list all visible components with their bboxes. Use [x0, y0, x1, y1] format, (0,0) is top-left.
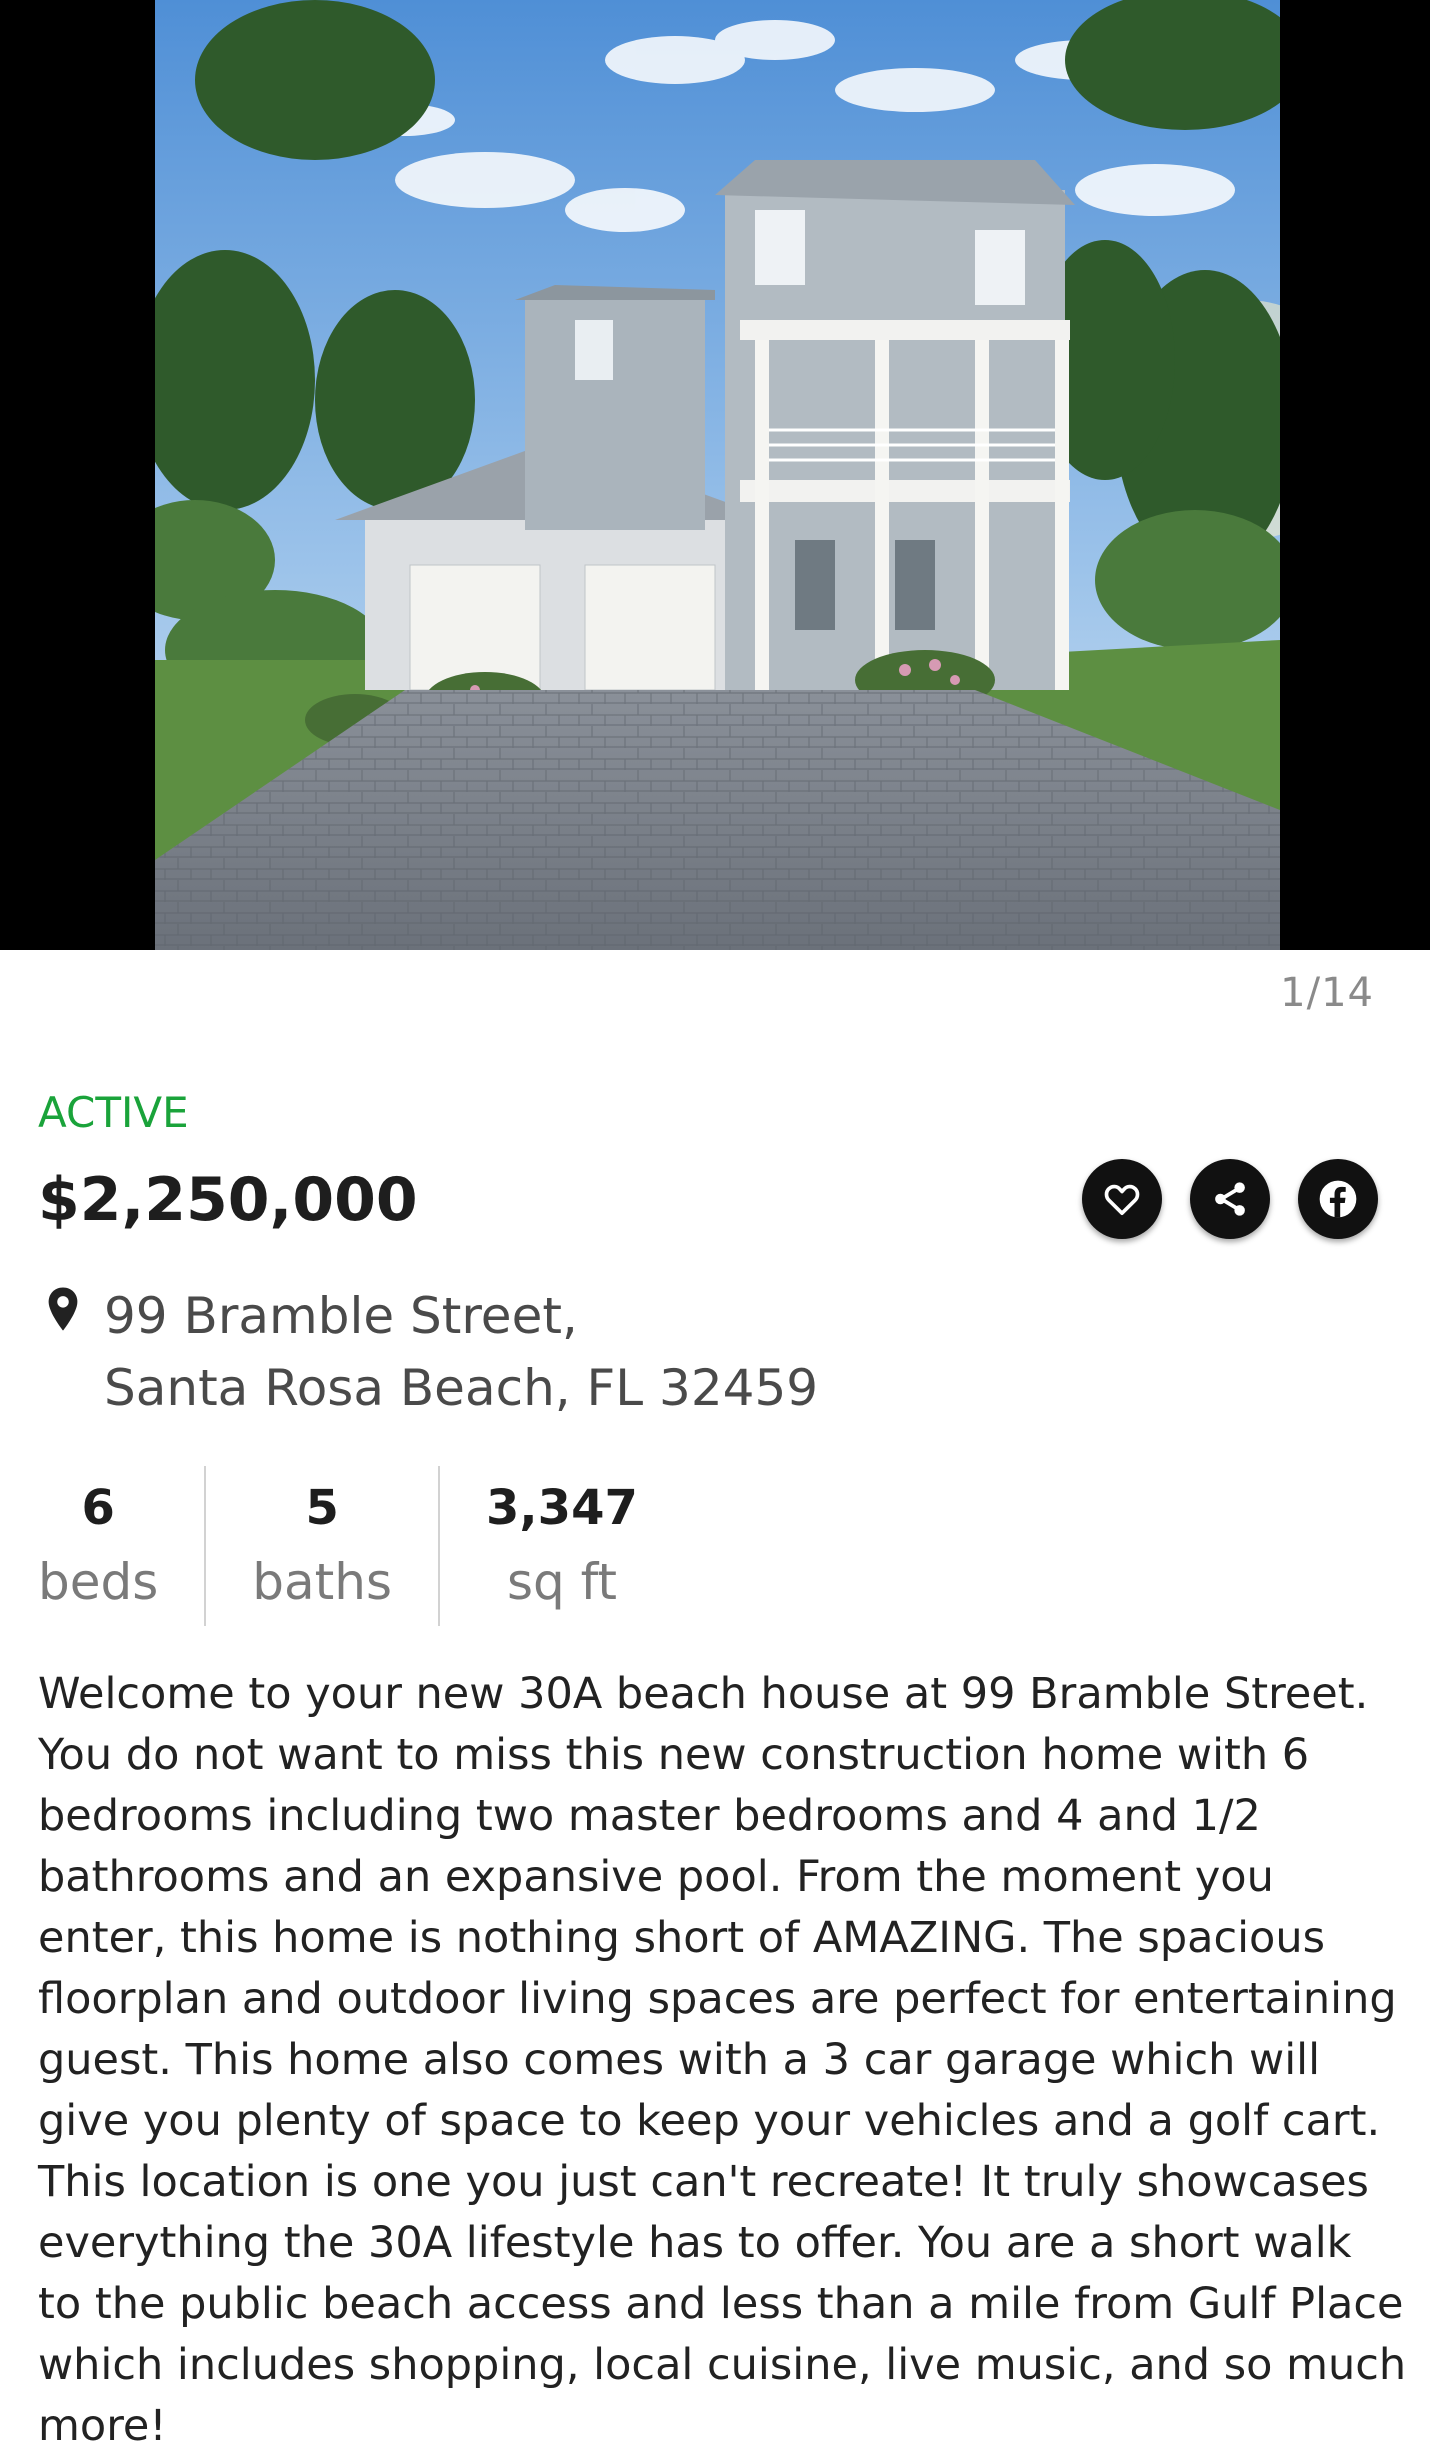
favorite-button[interactable] [1082, 1159, 1162, 1239]
photo-gallery[interactable] [0, 0, 1430, 950]
share-icon [1215, 1182, 1245, 1216]
baths-label: baths [252, 1553, 393, 1611]
share-button[interactable] [1190, 1159, 1270, 1239]
baths-value: 5 [305, 1480, 339, 1536]
stat-sqft: 3,347 sq ft [438, 1466, 684, 1626]
beds-label: beds [38, 1553, 159, 1611]
address-line-1: 99 Bramble Street, [104, 1287, 578, 1345]
map-pin-icon [48, 1287, 78, 1331]
listing-address: 99 Bramble Street, Santa Rosa Beach, FL … [38, 1280, 818, 1424]
sqft-value: 3,347 [486, 1480, 638, 1536]
photo-counter: 1/14 [1280, 970, 1374, 1016]
listing-description: Welcome to your new 30A beach house at 9… [38, 1669, 1407, 2451]
address-line-2: Santa Rosa Beach, FL 32459 [104, 1359, 819, 1417]
sqft-label: sq ft [506, 1553, 617, 1611]
action-buttons [1082, 1159, 1378, 1239]
status-badge: ACTIVE [38, 1088, 189, 1137]
beds-value: 6 [81, 1480, 115, 1536]
listing-photo[interactable] [155, 0, 1280, 950]
stat-baths: 5 baths [204, 1466, 438, 1626]
property-stats: 6 beds 5 baths 3,347 sq ft [38, 1466, 684, 1626]
stat-beds: 6 beds [38, 1466, 204, 1626]
facebook-button[interactable] [1298, 1159, 1378, 1239]
heart-icon [1104, 1184, 1140, 1215]
facebook-icon [1319, 1180, 1357, 1218]
listing-price: $2,250,000 [38, 1165, 418, 1235]
